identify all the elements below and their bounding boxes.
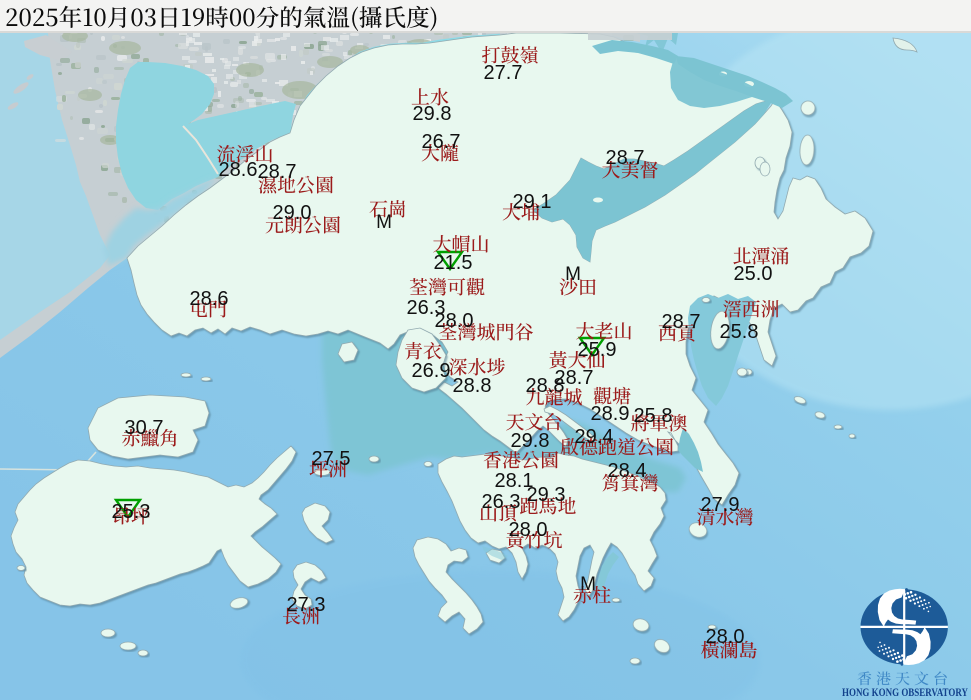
svg-text:27.9: 27.9 [701,494,740,516]
svg-text:28.8: 28.8 [453,375,492,397]
svg-text:28.7: 28.7 [606,147,645,169]
svg-text:26.9: 26.9 [412,360,451,382]
svg-text:28.4: 28.4 [608,460,647,482]
svg-text:28.0: 28.0 [435,310,474,332]
svg-text:30.7: 30.7 [125,417,164,439]
svg-text:21.5: 21.5 [434,252,473,274]
svg-text:29.8: 29.8 [413,103,452,125]
svg-text:28.7: 28.7 [258,161,297,183]
svg-text:28.9: 28.9 [591,403,630,425]
svg-text:28.6: 28.6 [219,159,258,181]
svg-text:M: M [376,212,392,233]
svg-text:28.6: 28.6 [190,288,229,310]
svg-text:28.0: 28.0 [509,519,548,541]
svg-text:27.7: 27.7 [484,62,523,84]
svg-text:M: M [580,574,596,595]
svg-text:26.7: 26.7 [422,131,461,153]
svg-text:28.7: 28.7 [662,311,701,333]
svg-text:25.3: 25.3 [112,501,151,523]
svg-text:29.1: 29.1 [513,191,552,213]
svg-text:M: M [565,264,581,285]
svg-text:29.0: 29.0 [273,202,312,224]
svg-text:25.9: 25.9 [578,339,617,361]
svg-text:29.8: 29.8 [511,430,550,452]
svg-text:HONG KONG OBSERVATORY: HONG KONG OBSERVATORY [842,685,968,699]
svg-text:25.8: 25.8 [720,321,759,343]
svg-text:28.0: 28.0 [706,626,745,648]
svg-text:27.3: 27.3 [287,594,326,616]
svg-text:29.3: 29.3 [527,484,566,506]
svg-text:28.8: 28.8 [526,375,565,397]
svg-text:27.5: 27.5 [312,448,351,470]
svg-text:25.0: 25.0 [734,263,773,285]
svg-text:29.4: 29.4 [575,426,614,448]
svg-text:26.3: 26.3 [482,491,521,513]
svg-text:25.8: 25.8 [634,405,673,427]
